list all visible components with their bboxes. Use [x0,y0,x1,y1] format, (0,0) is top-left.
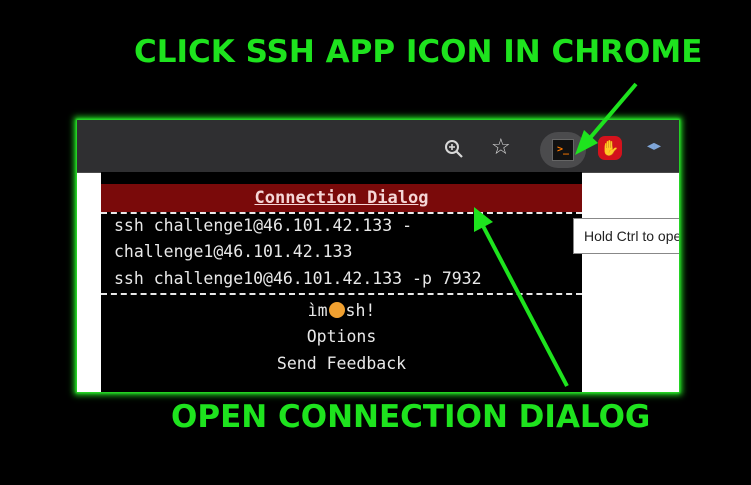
caption-open-connection-dialog: OPEN CONNECTION DIALOG [171,399,651,435]
arrow-to-ssh-icon [588,82,638,140]
arrow-to-dialog [480,223,569,387]
